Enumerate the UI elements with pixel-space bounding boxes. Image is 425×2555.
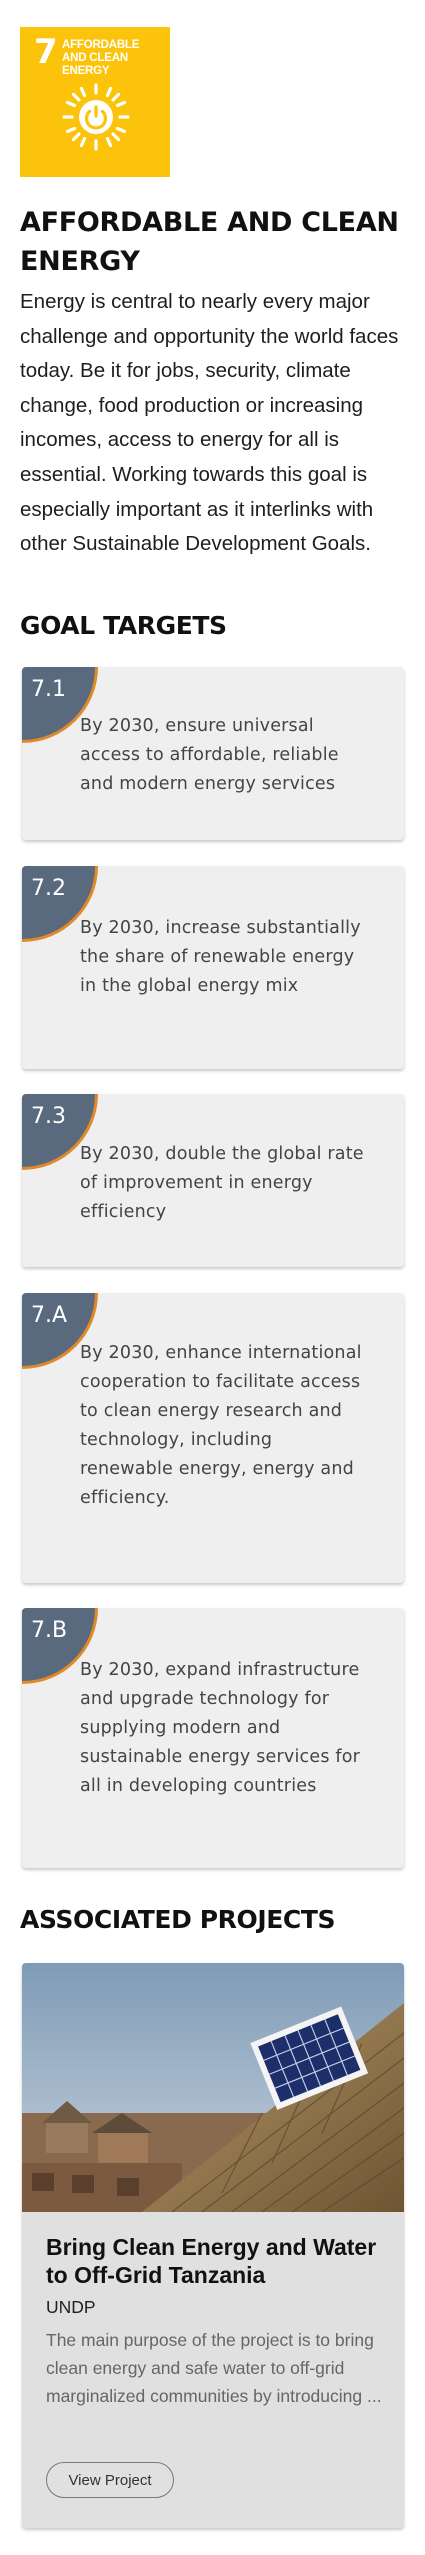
target-number: 7.2 bbox=[31, 876, 66, 901]
project-card: Bring Clean Energy and Water to Off-Grid… bbox=[22, 1963, 404, 2528]
view-project-button[interactable]: View Project bbox=[46, 2462, 174, 2498]
goal-icon-label: AFFORDABLE AND CLEAN ENERGY bbox=[62, 39, 140, 77]
target-card: 7.B By 2030, expand infrastructure and u… bbox=[22, 1608, 404, 1868]
target-text: By 2030, ensure universal access to affo… bbox=[80, 716, 339, 794]
target-text: By 2030, enhance international cooperati… bbox=[80, 1343, 362, 1508]
target-number: 7.3 bbox=[31, 1104, 66, 1129]
target-card: 7.2 By 2030, increase substantially the … bbox=[22, 866, 404, 1069]
target-text: By 2030, expand infrastructure and upgra… bbox=[80, 1660, 361, 1796]
target-text: By 2030, double the global rate of impro… bbox=[80, 1144, 364, 1222]
goal-number: 7 bbox=[34, 32, 58, 72]
project-description: The main purpose of the project is to br… bbox=[46, 2330, 382, 2406]
page-title: AFFORDABLE AND CLEAN ENERGY bbox=[20, 207, 399, 277]
project-title: Bring Clean Energy and Water to Off-Grid… bbox=[46, 2234, 377, 2288]
goal-7-icon-tile: 7 AFFORDABLE AND CLEAN ENERGY bbox=[20, 27, 170, 177]
associated-projects-heading: ASSOCIATED PROJECTS bbox=[20, 1905, 336, 1934]
target-number: 7.1 bbox=[31, 677, 66, 702]
solar-panel-on-thatched-roof-photo bbox=[22, 1963, 404, 2212]
target-card: 7.3 By 2030, double the global rate of i… bbox=[22, 1094, 404, 1267]
project-organization: UNDP bbox=[46, 2297, 96, 2317]
target-number: 7.B bbox=[31, 1618, 68, 1643]
target-number: 7.A bbox=[31, 1303, 68, 1328]
target-card: 7.1 By 2030, ensure universal access to … bbox=[22, 667, 404, 840]
sun-power-icon bbox=[62, 83, 130, 151]
goal-targets-heading: GOAL TARGETS bbox=[20, 611, 227, 640]
intro-paragraph: Energy is central to nearly every major … bbox=[20, 290, 399, 556]
target-text: By 2030, increase substantially the shar… bbox=[80, 918, 361, 996]
target-card: 7.A By 2030, enhance international coope… bbox=[22, 1293, 404, 1583]
